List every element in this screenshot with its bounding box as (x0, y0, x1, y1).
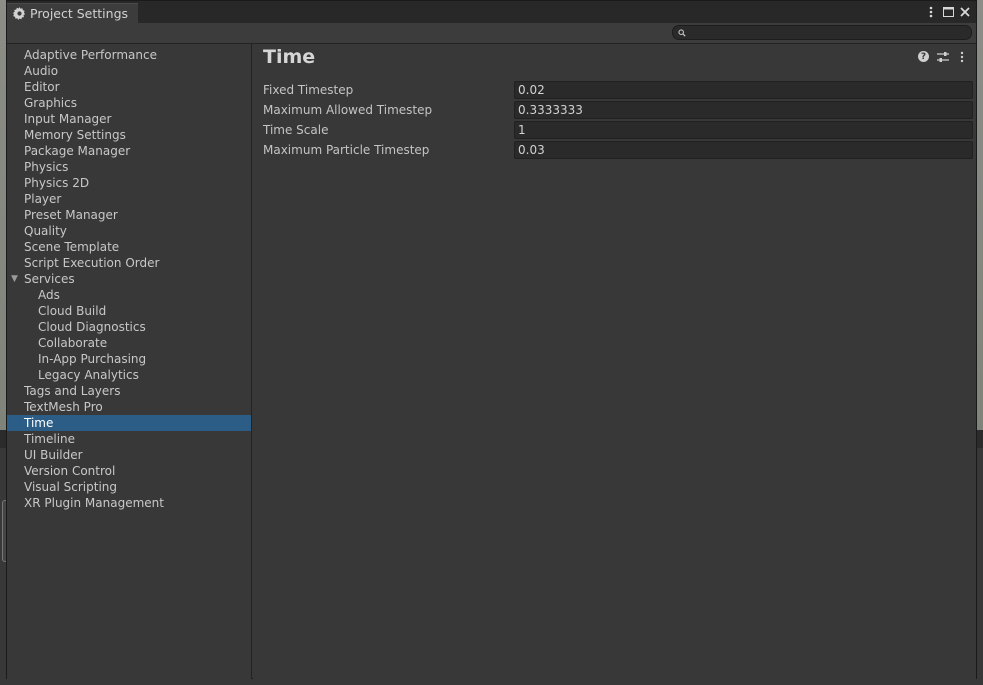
sidebar-item-label: Memory Settings (24, 128, 126, 142)
maximize-icon[interactable] (941, 4, 955, 19)
sidebar-item-player[interactable]: Player (7, 191, 251, 207)
sidebar-item-label: Input Manager (24, 112, 112, 126)
sidebar-item-label: Cloud Build (38, 304, 107, 318)
sidebar-item-label: Graphics (24, 96, 77, 110)
search-icon (678, 26, 686, 40)
sidebar-item-physics[interactable]: Physics (7, 159, 251, 175)
tab-title: Project Settings (30, 6, 129, 21)
sidebar-item-label: Services (24, 272, 75, 286)
sidebar-item-label: Quality (24, 224, 67, 238)
presets-icon[interactable] (936, 50, 949, 63)
sidebar-item-label: Timeline (24, 432, 76, 446)
sidebar-item-label: Scene Template (24, 240, 120, 254)
field-label: Maximum Particle Timestep (263, 143, 430, 157)
sidebar-item-input-manager[interactable]: Input Manager (7, 111, 251, 127)
context-menu-icon[interactable] (955, 50, 968, 63)
maximum-allowed-timestep-input[interactable] (514, 101, 973, 119)
header-icons: ? (917, 50, 968, 63)
sidebar-item-in-app-purchasing[interactable]: In-App Purchasing (7, 351, 251, 367)
window-controls (924, 4, 972, 19)
gear-icon (13, 7, 26, 20)
sidebar-item-cloud-build[interactable]: Cloud Build (7, 303, 251, 319)
sidebar-item-adaptive-performance[interactable]: Adaptive Performance (7, 47, 251, 63)
time-settings-fields: Fixed Timestep Maximum Allowed Timestep Ti… (253, 81, 976, 161)
sidebar-item-label: XR Plugin Management (24, 496, 164, 510)
sidebar-item-quality[interactable]: Quality (7, 223, 251, 239)
time-scale-input[interactable] (514, 121, 973, 139)
maximum-particle-timestep-input[interactable] (514, 141, 973, 159)
help-icon[interactable]: ? (917, 50, 930, 63)
sidebar-item-label: Script Execution Order (24, 256, 160, 270)
sidebar-item-label: TextMesh Pro (24, 400, 103, 414)
sidebar-item-timeline[interactable]: Timeline (7, 431, 251, 447)
sidebar-item-label: Cloud Diagnostics (38, 320, 146, 334)
sidebar-item-textmesh-pro[interactable]: TextMesh Pro (7, 399, 251, 415)
sidebar-item-label: Adaptive Performance (24, 48, 157, 62)
sidebar-item-cloud-diagnostics[interactable]: Cloud Diagnostics (7, 319, 251, 335)
sidebar-item-label: Version Control (24, 464, 116, 478)
window-titlebar: Project Settings (7, 1, 976, 23)
tab-project-settings[interactable]: Project Settings (7, 3, 138, 23)
sidebar-item-label: Time (24, 416, 54, 430)
sidebar-item-time[interactable]: Time (7, 415, 251, 431)
sidebar-item-xr-plugin-management[interactable]: XR Plugin Management (7, 495, 251, 511)
sidebar-item-version-control[interactable]: Version Control (7, 463, 251, 479)
sidebar-item-label: Ads (38, 288, 60, 302)
sidebar-item-tags-and-layers[interactable]: Tags and Layers (7, 383, 251, 399)
search-field[interactable] (672, 25, 972, 40)
sidebar-item-label: Audio (24, 64, 59, 78)
sidebar-item-script-execution-order[interactable]: Script Execution Order (7, 255, 251, 271)
field-row-maximum-allowed-timestep: Maximum Allowed Timestep (253, 101, 976, 121)
sidebar-item-visual-scripting[interactable]: Visual Scripting (7, 479, 251, 495)
sidebar-item-label: Tags and Layers (24, 384, 121, 398)
sidebar-item-ui-builder[interactable]: UI Builder (7, 447, 251, 463)
sidebar-item-audio[interactable]: Audio (7, 63, 251, 79)
sidebar-item-scene-template[interactable]: Scene Template (7, 239, 251, 255)
sidebar-item-label: Visual Scripting (24, 480, 117, 494)
settings-category-list: Adaptive Performance Audio Editor Graphics I… (7, 44, 251, 511)
close-icon[interactable] (958, 4, 972, 19)
sidebar-item-label: Legacy Analytics (38, 368, 139, 382)
sidebar-item-package-manager[interactable]: Package Manager (7, 143, 251, 159)
settings-sidebar: Adaptive Performance Audio Editor Graphics I… (7, 44, 252, 679)
sidebar-item-memory-settings[interactable]: Memory Settings (7, 127, 251, 143)
field-row-fixed-timestep: Fixed Timestep (253, 81, 976, 101)
search-input[interactable] (686, 27, 950, 38)
sidebar-item-label: Preset Manager (24, 208, 118, 222)
sidebar-item-label: Player (24, 192, 62, 206)
settings-toolbar (7, 23, 976, 44)
sidebar-item-editor[interactable]: Editor (7, 79, 251, 95)
settings-content: Time ? Fixed Timestep Maximum Allowed Tim… (253, 44, 976, 679)
page-title: Time (263, 46, 316, 68)
field-row-time-scale: Time Scale (253, 121, 976, 141)
sidebar-item-label: In-App Purchasing (38, 352, 147, 366)
field-label: Fixed Timestep (263, 83, 354, 97)
sidebar-item-graphics[interactable]: Graphics (7, 95, 251, 111)
field-label: Maximum Allowed Timestep (263, 103, 433, 117)
sidebar-item-physics-2d[interactable]: Physics 2D (7, 175, 251, 191)
sidebar-item-label: Physics (24, 160, 69, 174)
sidebar-item-label: Collaborate (38, 336, 108, 350)
field-label: Time Scale (263, 123, 329, 137)
expand-arrow-icon[interactable]: ▼ (11, 271, 18, 287)
field-row-maximum-particle-timestep: Maximum Particle Timestep (253, 141, 976, 161)
sidebar-item-label: Editor (24, 80, 60, 94)
sidebar-item-label: Physics 2D (24, 176, 90, 190)
sidebar-item-collaborate[interactable]: Collaborate (7, 335, 251, 351)
sidebar-item-ads[interactable]: Ads (7, 287, 251, 303)
sidebar-item-label: Package Manager (24, 144, 131, 158)
fixed-timestep-input[interactable] (514, 81, 973, 99)
more-options-icon[interactable] (924, 4, 938, 19)
project-settings-window: Project Settings Adaptive Performance Aud… (6, 0, 977, 679)
sidebar-item-label: UI Builder (24, 448, 83, 462)
sidebar-item-legacy-analytics[interactable]: Legacy Analytics (7, 367, 251, 383)
sidebar-item-services[interactable]: ▼ Services (7, 271, 251, 287)
sidebar-item-preset-manager[interactable]: Preset Manager (7, 207, 251, 223)
